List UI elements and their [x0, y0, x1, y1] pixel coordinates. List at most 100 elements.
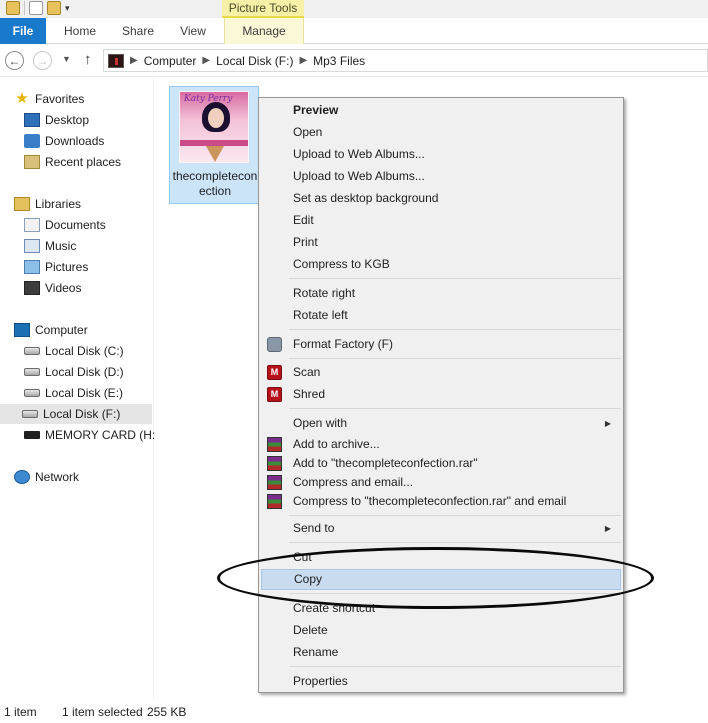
chevron-right-icon[interactable]: ▶ [299, 55, 307, 66]
sidebar-item-pictures[interactable]: Pictures [24, 257, 88, 277]
menu-item-format-factory[interactable]: Format Factory (F) [261, 334, 621, 355]
menu-item-shred[interactable]: M Shred [261, 384, 621, 405]
toolbar-divider [24, 1, 25, 15]
menu-item-add-to-archive[interactable]: Add to archive... [261, 434, 621, 455]
winrar-icon [267, 494, 282, 509]
quick-access-toolbar: ▾ [6, 1, 70, 15]
star-icon: ★ [15, 90, 29, 107]
network-icon [14, 470, 30, 484]
file-item[interactable]: Katy Perry thecompletecon ection [169, 86, 259, 204]
menu-item-preview[interactable]: Preview [261, 100, 621, 121]
menu-item-label: Format Factory (F) [293, 337, 394, 351]
menu-item-edit[interactable]: Edit [261, 210, 621, 231]
mcafee-shield-icon: M [267, 365, 282, 380]
tab-home[interactable]: Home [56, 18, 104, 44]
sidebar-item-desktop[interactable]: Desktop [24, 110, 89, 130]
menu-item-label: Shred [293, 387, 326, 401]
desktop-icon [24, 113, 40, 127]
sidebar-item-disk-e[interactable]: Local Disk (E:) [24, 383, 123, 403]
menu-item-properties[interactable]: Properties [261, 671, 621, 692]
menu-item-set-desktop-background[interactable]: Set as desktop background [261, 188, 621, 209]
sidebar-item-documents[interactable]: Documents [24, 215, 106, 235]
sidebar-item-label: Downloads [45, 134, 105, 148]
sidebar-item-label: Libraries [35, 197, 82, 211]
sidebar-item-videos[interactable]: Videos [24, 278, 81, 298]
menu-separator [289, 329, 621, 330]
title-bar: ▾ Picture Tools [0, 0, 708, 18]
menu-item-compress-rar-and-email[interactable]: Compress to "thecompleteconfection.rar" … [261, 491, 621, 512]
sidebar-item-downloads[interactable]: Downloads [24, 131, 104, 151]
hard-disk-icon [24, 389, 40, 397]
sidebar-item-label: Music [45, 239, 77, 253]
forward-arrow-icon: → [36, 53, 49, 68]
file-name-line: thecompletecon [172, 169, 258, 183]
folder-icon[interactable] [6, 1, 20, 15]
sidebar-item-recent-places[interactable]: Recent places [24, 152, 121, 172]
tab-manage[interactable]: Manage [224, 18, 304, 44]
new-folder-icon[interactable] [47, 1, 61, 15]
hard-disk-icon [24, 368, 40, 376]
sidebar-item-disk-d[interactable]: Local Disk (D:) [24, 362, 124, 382]
customize-toolbar-icon[interactable]: ▾ [65, 3, 70, 14]
back-button[interactable]: ← [5, 51, 24, 70]
sidebar-item-music[interactable]: Music [24, 236, 76, 256]
up-button[interactable]: ↑ [84, 51, 92, 68]
menu-separator [289, 542, 621, 543]
tab-file[interactable]: File [0, 18, 46, 44]
menu-item-rotate-left[interactable]: Rotate left [261, 305, 621, 326]
memory-card-icon [24, 431, 40, 439]
sidebar-item-label: Desktop [45, 113, 90, 127]
sidebar-item-label: Favorites [35, 92, 85, 106]
menu-item-add-to-rar[interactable]: Add to "thecompleteconfection.rar" [261, 453, 621, 474]
sidebar-item-network[interactable]: Network [14, 467, 79, 487]
downloads-icon [24, 134, 40, 148]
tab-view[interactable]: View [170, 18, 216, 44]
menu-item-label: Add to "thecompleteconfection.rar" [293, 456, 478, 470]
menu-item-scan[interactable]: M Scan [261, 362, 621, 383]
location-icon [108, 53, 124, 68]
menu-item-label: Add to archive... [293, 437, 380, 451]
sidebar-item-memory-card[interactable]: MEMORY CARD (H:) [24, 425, 159, 445]
sidebar-item-disk-f[interactable]: Local Disk (F:) [0, 404, 152, 424]
menu-item-label: Open with [293, 416, 348, 430]
forward-button[interactable]: → [33, 51, 52, 70]
sidebar-item-libraries[interactable]: Libraries [14, 194, 81, 214]
chevron-right-icon[interactable]: ▶ [130, 55, 138, 66]
breadcrumb-computer[interactable]: Computer [144, 54, 197, 68]
recent-locations-dropdown[interactable]: ▼ [62, 54, 71, 64]
sidebar-item-label: Local Disk (E:) [45, 386, 124, 400]
menu-separator [289, 515, 621, 516]
submenu-arrow-icon: ▶ [604, 419, 611, 428]
winrar-icon [267, 475, 282, 490]
menu-item-open[interactable]: Open [261, 122, 621, 143]
sidebar-item-label: Pictures [45, 260, 89, 274]
breadcrumb-local-disk-f[interactable]: Local Disk (F:) [216, 54, 293, 68]
address-bar[interactable]: ▶ Computer ▶ Local Disk (F:) ▶ Mp3 Files [103, 49, 708, 72]
menu-item-compress-kgb[interactable]: Compress to KGB [261, 254, 621, 275]
menu-item-compress-and-email[interactable]: Compress and email... [261, 472, 621, 493]
chevron-right-icon[interactable]: ▶ [202, 55, 210, 66]
sidebar-item-disk-c[interactable]: Local Disk (C:) [24, 341, 124, 361]
submenu-arrow-icon: ▶ [604, 524, 611, 533]
menu-item-send-to[interactable]: Send to ▶ [261, 518, 621, 539]
menu-item-upload-web-albums[interactable]: Upload to Web Albums... [261, 144, 621, 165]
sidebar-item-label: Computer [35, 323, 88, 337]
tab-share[interactable]: Share [112, 18, 164, 44]
menu-item-upload-web-albums-2[interactable]: Upload to Web Albums... [261, 166, 621, 187]
computer-icon [14, 323, 30, 337]
menu-item-rename[interactable]: Rename [261, 642, 621, 663]
music-icon [24, 239, 40, 253]
menu-item-open-with[interactable]: Open with ▶ [261, 413, 621, 434]
menu-item-delete[interactable]: Delete [261, 620, 621, 641]
sidebar-item-favorites[interactable]: ★ Favorites [14, 89, 84, 109]
breadcrumb-mp3-files[interactable]: Mp3 Files [313, 54, 365, 68]
format-factory-icon [267, 337, 282, 352]
menu-item-print[interactable]: Print [261, 232, 621, 253]
sidebar-item-computer[interactable]: Computer [14, 320, 88, 340]
properties-icon[interactable] [29, 1, 43, 15]
menu-item-label: Scan [293, 365, 321, 379]
pictures-icon [24, 260, 40, 274]
winrar-icon [267, 437, 282, 452]
navigation-pane: ★ Favorites Desktop Downloads Recent pla… [0, 78, 159, 700]
menu-item-rotate-right[interactable]: Rotate right [261, 283, 621, 304]
